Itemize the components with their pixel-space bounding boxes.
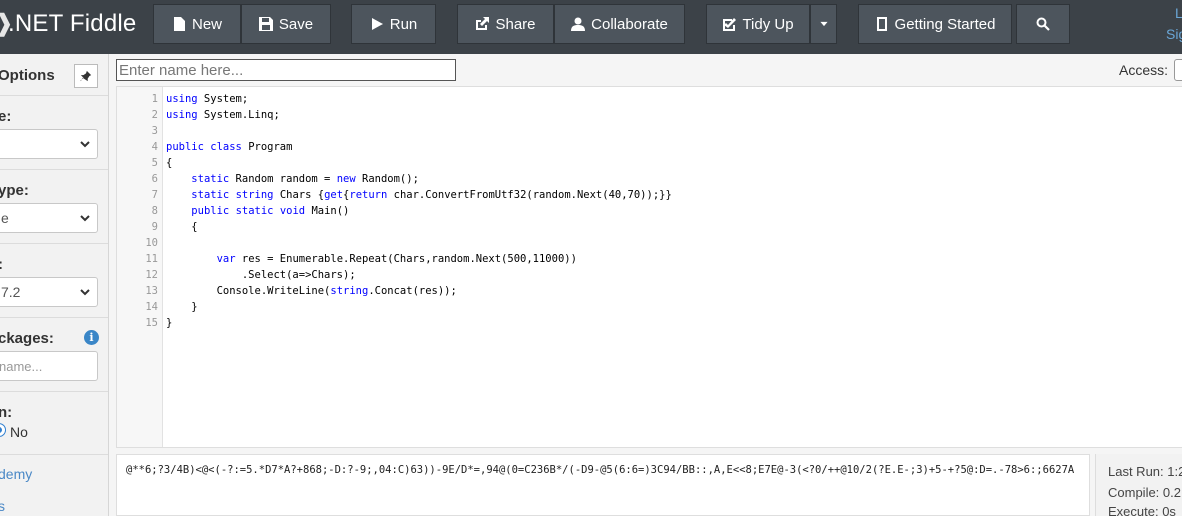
line-number: 10 <box>145 237 158 249</box>
nuget-package-input[interactable]: name... <box>0 351 98 381</box>
line-number: 9 <box>151 221 158 233</box>
book-icon <box>876 17 887 31</box>
chevron-down-icon <box>80 215 90 222</box>
info-icon[interactable]: i <box>84 330 99 345</box>
line-number: 7 <box>151 189 158 201</box>
auto-run-no-label: No <box>10 424 28 440</box>
access-label: Access: <box>1119 62 1169 78</box>
options-title: Options <box>0 67 55 84</box>
share-button[interactable]: Share <box>457 4 554 44</box>
share-icon <box>476 17 490 30</box>
line-number: 5 <box>151 157 158 169</box>
search-button[interactable] <box>1016 4 1070 44</box>
login-link[interactable]: L <box>1175 5 1182 21</box>
console-output: @**6;?3/4B)<@<(-?:=5.*D7*A?+868;-D:?-9;,… <box>126 464 1075 476</box>
chevron-down-icon <box>80 141 90 148</box>
divider <box>0 317 108 318</box>
code-line[interactable]: static Random random = new Random(); <box>166 171 419 187</box>
academy-link[interactable]: demy <box>0 466 32 482</box>
code-line[interactable]: { <box>166 219 197 235</box>
floppy-icon <box>258 17 273 31</box>
project-type-label: ype: <box>0 182 29 199</box>
access-select[interactable] <box>1174 59 1182 81</box>
code-line[interactable]: using System; <box>166 91 248 107</box>
project-type-value: e <box>1 210 9 226</box>
run-stats-panel: Last Run: 1:2 Compile: 0.2 Execute: 0s <box>1095 454 1182 516</box>
divider <box>0 391 108 392</box>
code-line[interactable]: var res = Enumerable.Repeat(Chars,random… <box>166 251 577 267</box>
pin-button[interactable] <box>74 64 98 88</box>
new-button[interactable]: New <box>153 4 241 44</box>
pin-icon <box>80 70 92 82</box>
sidebar-link[interactable]: s <box>0 498 5 514</box>
divider <box>0 243 108 244</box>
line-number: 12 <box>145 269 158 281</box>
line-number: 1 <box>151 93 158 105</box>
line-number: 3 <box>151 125 158 137</box>
logo-text: .NET Fiddle <box>8 10 137 37</box>
code-line[interactable]: Console.WriteLine(string.Concat(res)); <box>166 283 457 299</box>
code-line[interactable]: public class Program <box>166 139 292 155</box>
code-line[interactable]: { <box>166 155 172 171</box>
compiler-value: 7.2 <box>1 284 21 300</box>
compile-stat: Compile: 0.2 <box>1108 485 1181 500</box>
code-line[interactable]: public static void Main() <box>166 203 349 219</box>
code-line[interactable]: } <box>166 315 172 331</box>
compiler-label: : <box>0 256 3 273</box>
compiler-select[interactable]: 7.2 <box>0 277 98 307</box>
run-button[interactable]: Run <box>351 4 436 44</box>
play-icon <box>371 18 383 30</box>
line-number: 15 <box>145 317 158 329</box>
line-number: 11 <box>145 253 158 265</box>
auto-run-no-radio[interactable] <box>0 423 6 437</box>
check-square-icon <box>723 18 737 31</box>
options-sidebar: Options e: ype: e : 7.2 ckages: i name..… <box>0 54 109 516</box>
execute-stat: Execute: 0s <box>1108 504 1176 516</box>
top-navbar: ❱.NET Fiddle New Save Run Share Collabor… <box>0 0 1182 54</box>
signup-link[interactable]: Sig <box>1166 26 1182 42</box>
code-editor[interactable]: 1 2 3 4 5 6 7 8 9 10 11 12 13 14 15 using System; using… <box>116 86 1182 448</box>
file-icon <box>173 17 185 31</box>
code-line[interactable]: } <box>166 299 197 315</box>
line-number: 14 <box>145 301 158 313</box>
nuget-packages-label: ckages: <box>0 330 54 347</box>
fiddle-name-input[interactable]: Enter name here... <box>116 59 456 81</box>
auto-run-label: n: <box>0 404 13 421</box>
divider <box>0 169 108 170</box>
project-type-select[interactable]: e <box>0 203 98 233</box>
search-icon <box>1036 17 1050 31</box>
tidy-dropdown-button[interactable] <box>810 4 837 44</box>
line-number: 2 <box>151 109 158 121</box>
chevron-down-icon <box>80 289 90 296</box>
logo-icon: ❱ <box>0 9 14 38</box>
divider <box>0 454 108 455</box>
line-number: 4 <box>151 141 158 153</box>
line-number-gutter: 1 2 3 4 5 6 7 8 9 10 11 12 13 14 15 <box>117 87 163 447</box>
divider <box>0 95 108 96</box>
language-select[interactable] <box>0 129 98 159</box>
code-line[interactable]: .Select(a=>Chars); <box>166 267 356 283</box>
code-line[interactable]: using System.Linq; <box>166 107 280 123</box>
code-line[interactable]: static string Chars {get{return char.Con… <box>166 187 672 203</box>
dotnet-fiddle-logo[interactable]: ❱.NET Fiddle <box>0 9 136 38</box>
caret-down-icon <box>819 21 828 27</box>
line-number: 13 <box>145 285 158 297</box>
line-number: 8 <box>151 205 158 217</box>
language-label: e: <box>0 108 12 125</box>
getting-started-button[interactable]: Getting Started <box>858 4 1012 44</box>
collaborate-button[interactable]: Collaborate <box>554 4 685 44</box>
tidy-up-button[interactable]: Tidy Up <box>706 4 810 44</box>
line-number: 6 <box>151 173 158 185</box>
output-panel: @**6;?3/4B)<@<(-?:=5.*D7*A?+868;-D:?-9;,… <box>116 454 1090 516</box>
save-button[interactable]: Save <box>241 4 331 44</box>
user-icon <box>571 17 586 31</box>
last-run-stat: Last Run: 1:2 <box>1108 464 1182 479</box>
